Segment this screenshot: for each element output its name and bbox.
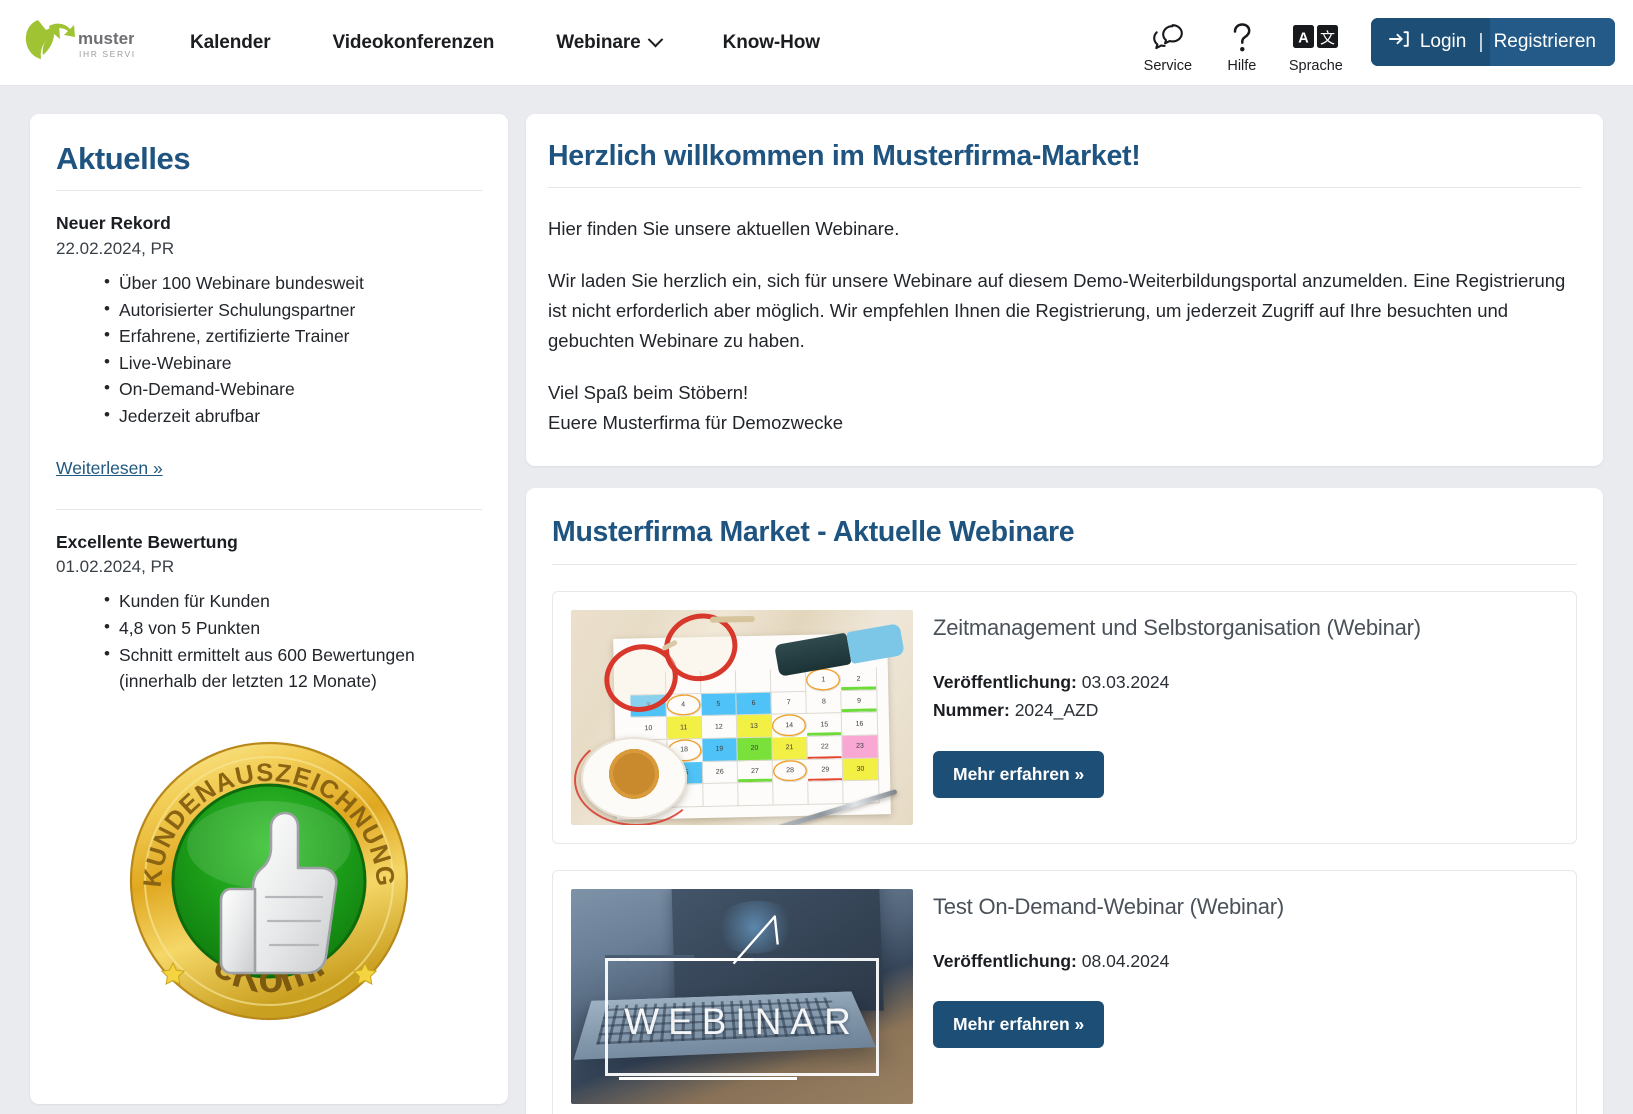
mehr-erfahren-button[interactable]: Mehr erfahren » [933, 751, 1104, 798]
webinars-section-title: Musterfirma Market - Aktuelle Webinare [552, 516, 1577, 565]
logo[interactable]: musterfirma IHR SERVICE [16, 14, 134, 72]
main-content: Herzlich willkommen im Musterfirma-Marke… [526, 114, 1603, 1114]
list-item: Jederzeit abrufbar [104, 403, 482, 430]
nav-label: Know-How [723, 32, 820, 54]
list-item: Über 100 Webinare bundesweit [104, 270, 482, 297]
login-register-button[interactable]: Login | Registrieren [1371, 18, 1615, 66]
nav-item-kalender[interactable]: Kalender [190, 26, 271, 60]
news-item-neuer-rekord: Neuer Rekord 22.02.2024, PR Über 100 Web… [56, 191, 482, 478]
webinars-card: Musterfirma Market - Aktuelle Webinare 1… [526, 488, 1603, 1114]
list-item: Kunden für Kunden [104, 588, 482, 615]
news-headline: Excellente Bewertung [56, 530, 482, 555]
webinar-list-item[interactable]: WEBINAR Test On-Demand-Webinar (Webinar)… [552, 870, 1577, 1114]
svg-text:musterfirma: musterfirma [78, 29, 134, 48]
login-separator: | [1472, 18, 1489, 66]
ekomi-kundenauszeichnung-badge: KUNDENAUSZEICHNUNG eKomi [125, 737, 413, 1025]
list-item-text: Schnitt ermittelt aus 600 Bewertungen [119, 645, 415, 665]
sidebar-title: Aktuelles [56, 142, 482, 190]
login-label: Login [1420, 31, 1467, 53]
published-label: Veröffentlichung: [933, 951, 1077, 971]
divider [552, 564, 1577, 565]
utility-label: Sprache [1289, 59, 1343, 74]
sidebar-aktuelles: Aktuelles Neuer Rekord 22.02.2024, PR Üb… [30, 114, 508, 1104]
news-headline: Neuer Rekord [56, 211, 482, 236]
list-item-subtext: (innerhalb der letzten 12 Monate) [119, 668, 482, 695]
svg-text:IHR SERVICE: IHR SERVICE [79, 49, 134, 59]
register-segment[interactable]: Registrieren [1490, 18, 1615, 66]
divider [548, 187, 1581, 188]
translate-icon: A 文 [1293, 17, 1339, 57]
utility-label: Service [1144, 59, 1192, 74]
list-item: Live-Webinare [104, 350, 482, 377]
nav-item-videokonferenzen[interactable]: Videokonferenzen [333, 26, 495, 60]
nav-label: Videokonferenzen [333, 32, 495, 54]
webinar-thumbnail-calendar[interactable]: 12 3456789 10111213141516 17181920212223… [571, 610, 913, 825]
webinar-title[interactable]: Zeitmanagement und Selbstorganisation (W… [933, 614, 1558, 642]
main-navigation: Kalender Videokonferenzen Webinare Know-… [190, 26, 820, 60]
signoff-line-2: Euere Musterfirma für Demozwecke [548, 412, 843, 433]
webinar-meta: Veröffentlichung: 03.03.2024 Nummer: 202… [933, 668, 1558, 725]
news-date: 01.02.2024, PR [56, 554, 482, 580]
list-item: On-Demand-Webinare [104, 376, 482, 403]
number-value: 2024_AZD [1015, 700, 1099, 720]
welcome-paragraph-1: Hier finden Sie unsere aktuellen Webinar… [548, 214, 1581, 244]
badge-container: KUNDENAUSZEICHNUNG eKomi [56, 737, 482, 1025]
thumbnail-overlay-text: WEBINAR [571, 1001, 913, 1043]
utility-service[interactable]: Service [1131, 17, 1205, 74]
welcome-paragraph-2: Wir laden Sie herzlich ein, sich für uns… [548, 266, 1581, 356]
site-header: musterfirma IHR SERVICE Kalender Videoko… [0, 0, 1633, 86]
svg-text:文: 文 [1320, 29, 1335, 47]
welcome-signoff: Viel Spaß beim Stöbern! Euere Musterfirm… [548, 378, 1581, 438]
page-title: Herzlich willkommen im Musterfirma-Marke… [548, 140, 1581, 187]
utility-label: Hilfe [1227, 59, 1256, 74]
utility-hilfe[interactable]: Hilfe [1205, 17, 1279, 74]
news-item-excellente-bewertung: Excellente Bewertung 01.02.2024, PR Kund… [56, 510, 482, 695]
news-bullet-list: Über 100 Webinare bundesweit Autorisiert… [56, 270, 482, 430]
header-utilities: Service Hilfe A 文 Sprache [1131, 11, 1615, 74]
published-value: 08.04.2024 [1082, 951, 1170, 971]
chevron-down-icon [647, 32, 663, 48]
weiterlesen-link[interactable]: Weiterlesen » [56, 458, 163, 479]
login-arrow-icon [1388, 29, 1410, 55]
utility-sprache[interactable]: A 文 Sprache [1279, 17, 1353, 74]
webinar-title[interactable]: Test On-Demand-Webinar (Webinar) [933, 893, 1558, 921]
webinar-meta: Veröffentlichung: 08.04.2024 [933, 947, 1558, 975]
published-value: 03.03.2024 [1082, 672, 1170, 692]
published-label: Veröffentlichung: [933, 672, 1077, 692]
nav-item-know-how[interactable]: Know-How [723, 26, 820, 60]
news-date: 22.02.2024, PR [56, 236, 482, 262]
mehr-erfahren-button[interactable]: Mehr erfahren » [933, 1001, 1104, 1048]
nav-item-webinare[interactable]: Webinare [556, 26, 660, 60]
list-item: Erfahrene, zertifizierte Trainer [104, 323, 482, 350]
chat-bubbles-icon [1151, 17, 1185, 57]
news-bullet-list: Kunden für Kunden 4,8 von 5 Punkten Schn… [56, 588, 482, 694]
webinar-thumbnail-laptop[interactable]: WEBINAR [571, 889, 913, 1104]
nav-label: Kalender [190, 32, 271, 54]
signoff-line-1: Viel Spaß beim Stöbern! [548, 382, 748, 403]
page-body: Aktuelles Neuer Rekord 22.02.2024, PR Üb… [0, 86, 1633, 1114]
nav-label: Webinare [556, 32, 640, 54]
number-label: Nummer: [933, 700, 1010, 720]
login-segment[interactable]: Login [1371, 18, 1473, 66]
welcome-card: Herzlich willkommen im Musterfirma-Marke… [526, 114, 1603, 466]
svg-text:A: A [1298, 31, 1309, 47]
list-item: Autorisierter Schulungspartner [104, 297, 482, 324]
list-item: 4,8 von 5 Punkten [104, 615, 482, 642]
question-mark-icon [1227, 17, 1257, 57]
webinar-list-item[interactable]: 12 3456789 10111213141516 17181920212223… [552, 591, 1577, 844]
list-item: Schnitt ermittelt aus 600 Bewertungen (i… [104, 642, 482, 695]
register-label: Registrieren [1494, 31, 1596, 53]
